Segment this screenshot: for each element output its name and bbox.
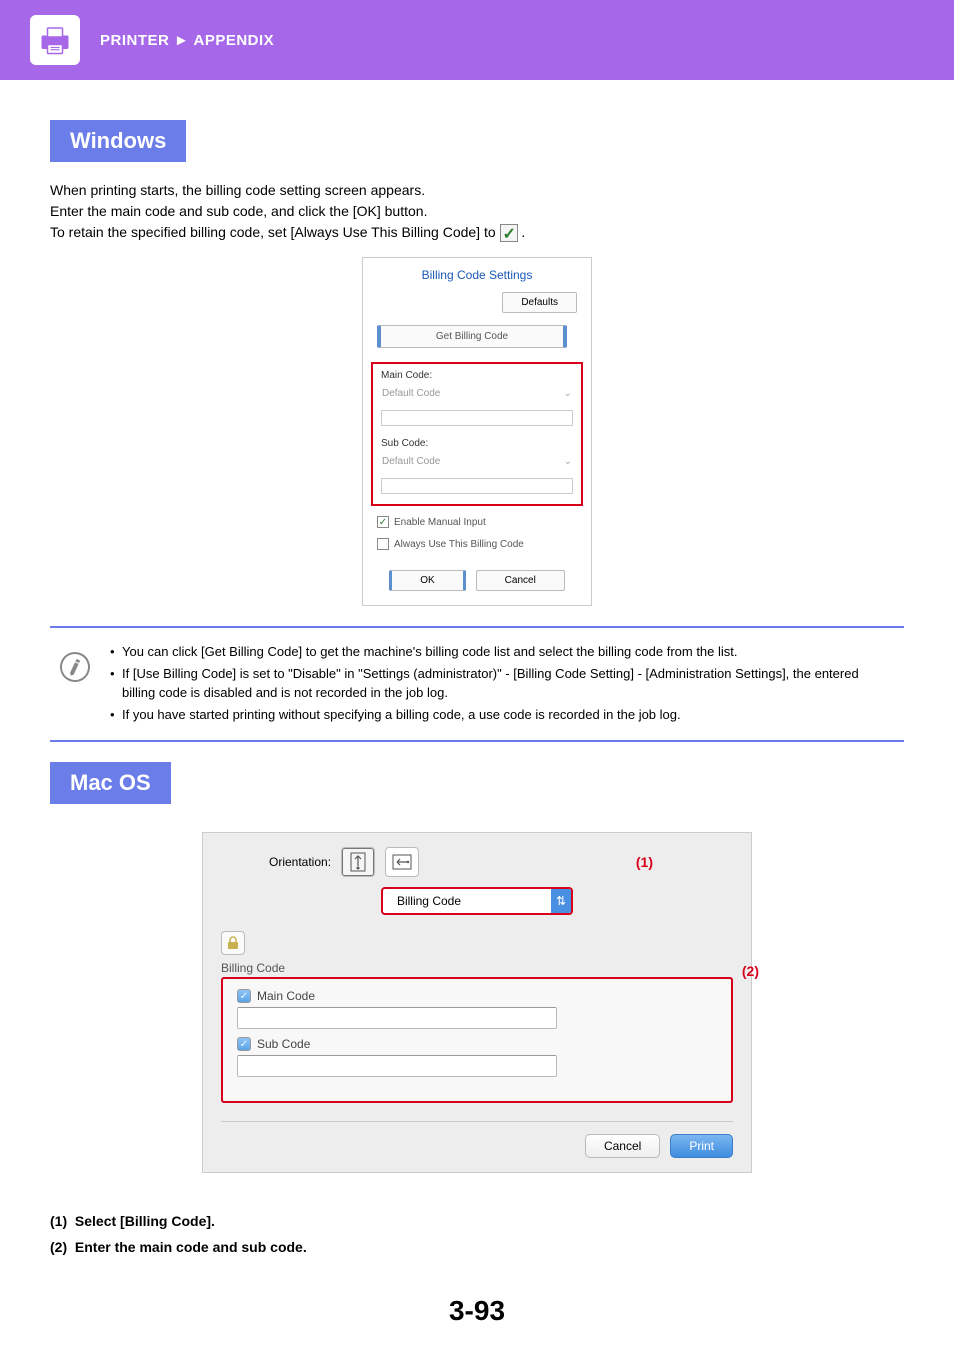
get-billing-code-button[interactable]: Get Billing Code — [377, 325, 567, 348]
step-1: (1) Select [Billing Code]. — [50, 1213, 904, 1229]
chevron-down-icon: ⌄ — [564, 388, 572, 399]
windows-heading: Windows — [50, 120, 186, 162]
page-number: 3-93 — [0, 1295, 954, 1327]
codes-highlight-box: Main Code: Default Code ⌄ Sub Code: Defa… — [371, 362, 583, 506]
lock-icon[interactable] — [221, 931, 245, 955]
checkbox-checked-icon[interactable]: ✓ — [237, 989, 251, 1003]
always-use-row[interactable]: Always Use This Billing Code — [363, 528, 591, 550]
breadcrumb-right[interactable]: APPENDIX — [194, 32, 275, 49]
header-bar: PRINTER ► APPENDIX — [0, 0, 954, 80]
print-button[interactable]: Print — [670, 1134, 733, 1158]
sub-code-row[interactable]: ✓ Sub Code — [237, 1037, 717, 1051]
pencil-note-icon — [56, 648, 94, 686]
note-3: If you have started printing without spe… — [110, 705, 894, 725]
billing-code-settings-dialog: Billing Code Settings Defaults Get Billi… — [362, 257, 592, 606]
windows-intro: When printing starts, the billing code s… — [50, 180, 904, 243]
chevron-down-icon: ⌄ — [564, 456, 572, 467]
divider — [221, 1121, 733, 1122]
sub-code-label: Sub Code: — [381, 438, 573, 449]
breadcrumb-left[interactable]: PRINTER — [100, 32, 169, 49]
checkbox-icon — [500, 224, 518, 242]
step-2: (2) Enter the main code and sub code. — [50, 1239, 904, 1255]
main-code-select[interactable]: Default Code ⌄ — [381, 385, 573, 406]
mac-print-dialog: Orientation: (1) Billing Code ⇅ Billing … — [202, 832, 752, 1173]
orientation-label: Orientation: — [269, 855, 331, 869]
breadcrumb-sep: ► — [174, 32, 189, 49]
note-1: You can click [Get Billing Code] to get … — [110, 642, 894, 662]
main-code-label: Main Code: — [381, 370, 573, 381]
updown-arrows-icon: ⇅ — [551, 889, 571, 913]
note-2: If [Use Billing Code] is set to "Disable… — [110, 664, 894, 703]
defaults-button[interactable]: Defaults — [502, 292, 577, 313]
main-code-row[interactable]: ✓ Main Code — [237, 989, 717, 1003]
windows-para2: Enter the main code and sub code, and cl… — [50, 201, 904, 222]
main-code-input[interactable] — [381, 410, 573, 426]
checkbox-checked-icon[interactable]: ✓ — [377, 516, 389, 528]
cancel-button[interactable]: Cancel — [585, 1134, 660, 1158]
checkbox-unchecked-icon[interactable] — [377, 538, 389, 550]
breadcrumb[interactable]: PRINTER ► APPENDIX — [100, 32, 274, 49]
windows-para3: To retain the specified billing code, se… — [50, 222, 904, 243]
sub-code-select[interactable]: Default Code ⌄ — [381, 453, 573, 474]
note-block: You can click [Get Billing Code] to get … — [50, 626, 904, 742]
windows-para1: When printing starts, the billing code s… — [50, 180, 904, 201]
orientation-portrait-button[interactable] — [341, 847, 375, 877]
orientation-landscape-button[interactable] — [385, 847, 419, 877]
printer-icon — [30, 15, 80, 65]
dialog-title: Billing Code Settings — [363, 258, 591, 292]
ok-button[interactable]: OK — [389, 570, 465, 591]
mac-codes-highlight-box: (2) ✓ Main Code ✓ Sub Code — [221, 977, 733, 1103]
main-code-input[interactable] — [237, 1007, 557, 1029]
checkbox-checked-icon[interactable]: ✓ — [237, 1037, 251, 1051]
panel-select[interactable]: Billing Code ⇅ — [381, 887, 573, 915]
sub-code-input[interactable] — [237, 1055, 557, 1077]
callout-2: (2) — [742, 963, 759, 979]
enable-manual-input-row[interactable]: ✓ Enable Manual Input — [363, 506, 591, 528]
cancel-button[interactable]: Cancel — [476, 570, 565, 591]
callout-1: (1) — [636, 854, 653, 870]
macos-heading: Mac OS — [50, 762, 171, 804]
sub-code-input[interactable] — [381, 478, 573, 494]
billing-code-panel-label: Billing Code — [221, 961, 733, 975]
